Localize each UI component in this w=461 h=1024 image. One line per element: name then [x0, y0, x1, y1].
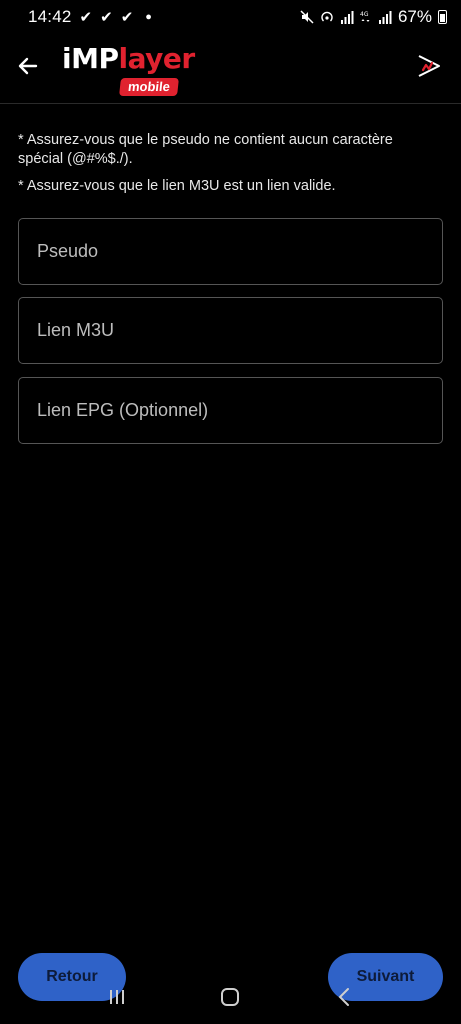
- pseudo-input[interactable]: [37, 241, 442, 262]
- app-bar: iMPlayer mobile: [0, 34, 461, 104]
- network-4g-icon: 4G: [360, 11, 370, 22]
- arrow-left-icon: [18, 57, 38, 75]
- svg-text:4G: 4G: [360, 11, 369, 18]
- check-notification-icon: ✔: [120, 8, 134, 26]
- status-right: 4G 67%: [300, 7, 447, 27]
- pseudo-field[interactable]: [18, 218, 443, 285]
- status-left: 14:42 ✔ ✔ ✔ ●: [28, 7, 152, 27]
- status-time: 14:42: [28, 7, 72, 26]
- info-text: * Assurez-vous que le pseudo ne contient…: [18, 131, 438, 196]
- nav-home-button[interactable]: [210, 982, 250, 1012]
- nav-back-icon: [338, 988, 350, 1006]
- hotspot-icon: [321, 11, 333, 22]
- nav-recents-button[interactable]: [97, 982, 137, 1012]
- screen: 14:42 ✔ ✔ ✔ ● 4G 67% iMPlayer mobile * A…: [0, 0, 461, 1024]
- mute-icon: [300, 10, 314, 24]
- nav-back-button[interactable]: [324, 982, 364, 1012]
- system-nav-bar: [0, 980, 461, 1014]
- info-line-pseudo: * Assurez-vous que le pseudo ne contient…: [18, 132, 393, 167]
- logo-sub-badge: mobile: [119, 78, 179, 96]
- check-notification-icon: ✔: [79, 8, 93, 26]
- cast-icon: [418, 55, 440, 77]
- battery-level: 67%: [397, 7, 432, 26]
- app-logo: iMPlayer mobile: [62, 42, 195, 96]
- m3u-input[interactable]: [37, 320, 442, 341]
- battery-icon: [438, 10, 447, 24]
- more-notifications-dot-icon: ●: [145, 11, 152, 23]
- signal-icon: [378, 10, 392, 24]
- back-button[interactable]: [14, 52, 42, 80]
- home-icon: [221, 988, 240, 1006]
- logo-suffix: layer: [118, 42, 195, 75]
- check-notification-icon: ✔: [100, 8, 113, 26]
- signal-icon: [340, 10, 354, 24]
- cast-button[interactable]: [415, 52, 443, 80]
- status-bar: 14:42 ✔ ✔ ✔ ● 4G 67%: [0, 0, 461, 34]
- m3u-field[interactable]: [18, 297, 443, 364]
- recents-icon: [109, 990, 124, 1004]
- logo-text: iMPlayer: [62, 42, 195, 75]
- info-line-m3u: * Assurez-vous que le lien M3U est un li…: [18, 178, 336, 194]
- logo-prefix: iMP: [62, 42, 119, 75]
- epg-field[interactable]: [18, 377, 443, 444]
- epg-input[interactable]: [37, 400, 442, 421]
